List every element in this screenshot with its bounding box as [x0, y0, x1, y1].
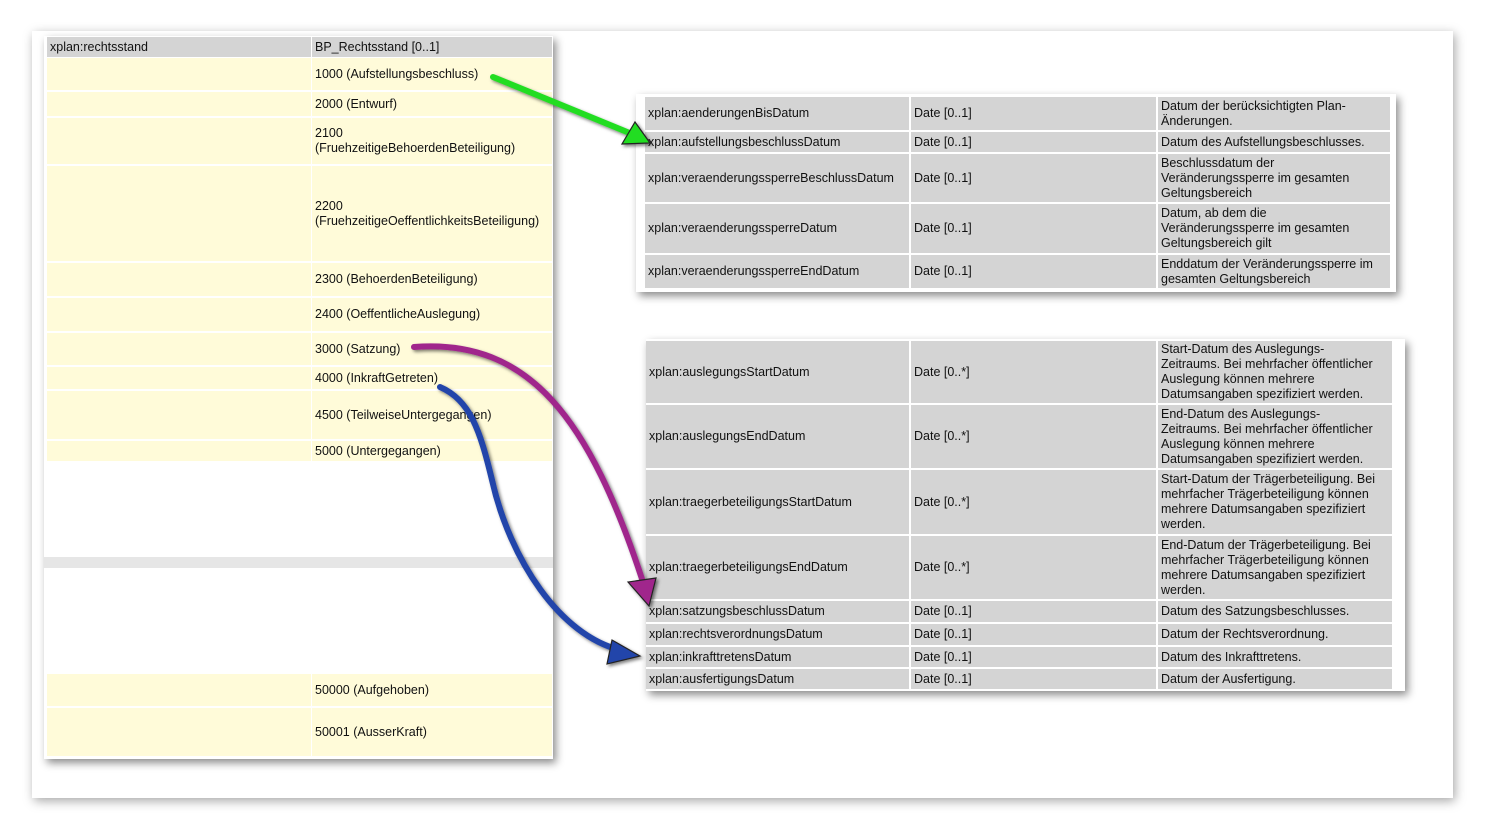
- green-arrow-shaft: [490, 74, 635, 137]
- purple-arrowhead: [626, 577, 657, 608]
- connector-arrows: [411, 74, 657, 665]
- purple-arrow-shaft: [411, 343, 646, 585]
- blue-arrowhead: [606, 639, 642, 665]
- blue-arrow-shaft: [437, 384, 623, 653]
